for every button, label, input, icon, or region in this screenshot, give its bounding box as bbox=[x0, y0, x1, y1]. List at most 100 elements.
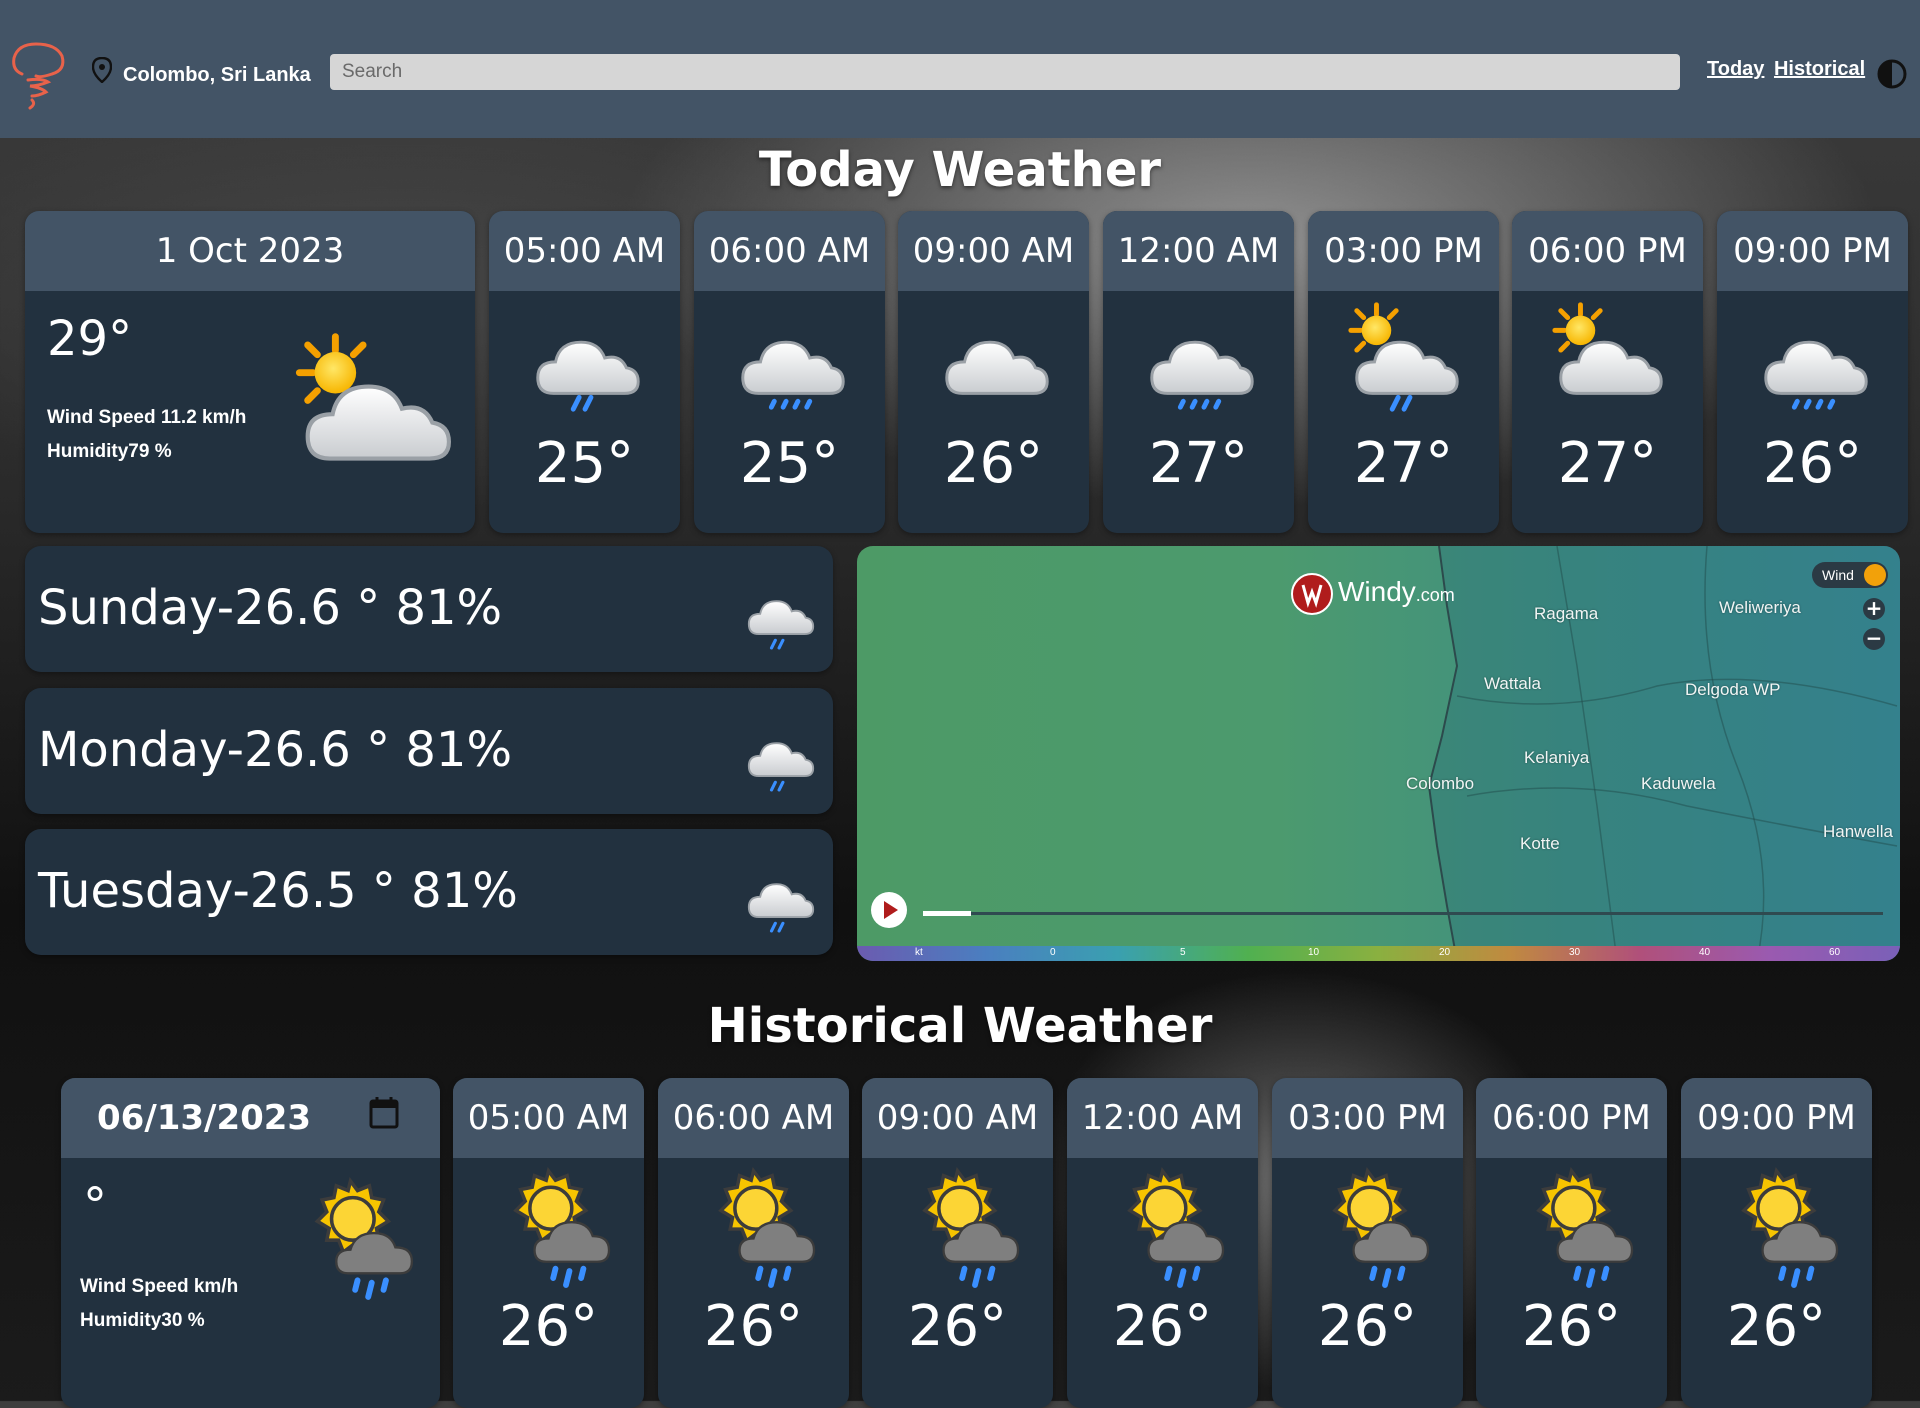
nav-today-link[interactable]: Today bbox=[1707, 58, 1764, 80]
zoom-out-button[interactable]: − bbox=[1863, 628, 1885, 650]
map-place: Kaduwela bbox=[1641, 774, 1716, 793]
hour-card: 12:00 AM 27° bbox=[1103, 211, 1294, 533]
theme-toggle-icon[interactable] bbox=[1877, 59, 1907, 89]
timeline-track[interactable] bbox=[923, 912, 1883, 915]
cloud-rain-icon bbox=[747, 883, 815, 933]
scale-tick: 20 bbox=[1439, 947, 1451, 958]
app-header: Colombo, Sri Lanka Today Historical bbox=[0, 0, 1920, 138]
zoom-in-button[interactable]: + bbox=[1863, 598, 1885, 620]
historical-temp: ° bbox=[83, 1178, 107, 1234]
timeline-progress bbox=[923, 911, 971, 916]
map-place: Colombo bbox=[1406, 774, 1475, 793]
today-date: 1 Oct 2023 bbox=[25, 211, 475, 291]
hour-card: 06:00 PM 27° bbox=[1512, 211, 1703, 533]
hour-card: 09:00 PM 26° bbox=[1681, 1078, 1872, 1408]
cloud-rain-icon bbox=[1764, 340, 1868, 419]
hour-temp: 27° bbox=[1353, 431, 1454, 496]
historical-summary-card: 06/13/2023 ° Wind Speed km/h Humidity30 … bbox=[61, 1078, 440, 1408]
cloud-rain-icon bbox=[741, 340, 845, 419]
map-place: Kotte bbox=[1520, 834, 1560, 853]
windy-brand-suffix: .com bbox=[1415, 585, 1455, 605]
today-weather-title: Today Weather bbox=[758, 142, 1162, 198]
hour-time: 09:00 PM bbox=[1681, 1078, 1872, 1158]
historical-humidity: Humidity30 % bbox=[80, 1310, 205, 1331]
nav-historical-link[interactable]: Historical bbox=[1774, 58, 1865, 80]
sun-cloud-rain-icon bbox=[693, 1164, 821, 1292]
windy-brand-name: Windy bbox=[1338, 576, 1416, 607]
hour-temp: 26° bbox=[1317, 1294, 1418, 1359]
cloud-rain-icon bbox=[747, 600, 815, 650]
cloud-icon bbox=[945, 340, 1049, 395]
hour-card: 06:00 PM 26° bbox=[1476, 1078, 1667, 1408]
hour-temp: 26° bbox=[498, 1294, 599, 1359]
historical-date: 06/13/2023 bbox=[97, 1098, 312, 1138]
hour-time: 03:00 PM bbox=[1272, 1078, 1463, 1158]
hour-temp: 27° bbox=[1148, 431, 1249, 496]
windy-map[interactable]: Windy.com Wind + − Ragama Weliweriya Wat… bbox=[857, 546, 1900, 961]
wind-layer-icon bbox=[1864, 564, 1886, 586]
sun-cloud-icon bbox=[1547, 291, 1663, 395]
scale-tick: 40 bbox=[1699, 947, 1711, 958]
sun-cloud-rain-icon bbox=[1716, 1164, 1844, 1292]
map-place: Hanwella bbox=[1823, 822, 1893, 841]
play-button-icon[interactable] bbox=[869, 890, 909, 930]
forecast-day-card: Tuesday-26.5 ° 81% bbox=[25, 829, 833, 955]
sun-cloud-rain-icon bbox=[289, 1174, 419, 1304]
hour-temp: 26° bbox=[1726, 1294, 1827, 1359]
hour-temp: 26° bbox=[907, 1294, 1008, 1359]
historical-wind-speed: Wind Speed km/h bbox=[80, 1276, 239, 1297]
forecast-day-label: Sunday-26.6 ° 81% bbox=[38, 580, 503, 636]
hour-card: 09:00 AM 26° bbox=[862, 1078, 1053, 1408]
scale-tick: 30 bbox=[1569, 947, 1581, 958]
map-place: Ragama bbox=[1534, 604, 1599, 623]
scale-tick: 10 bbox=[1308, 947, 1320, 958]
sun-cloud-rain-icon bbox=[1102, 1164, 1230, 1292]
map-place: Wattala bbox=[1484, 674, 1542, 693]
today-summary-card: 1 Oct 2023 29° Wind Speed 11.2 km/h Humi… bbox=[25, 211, 475, 533]
today-humidity: Humidity79 % bbox=[47, 441, 172, 462]
hour-time: 05:00 AM bbox=[453, 1078, 644, 1158]
hour-temp: 26° bbox=[1521, 1294, 1622, 1359]
hour-card: 06:00 AM 26° bbox=[658, 1078, 849, 1408]
hour-temp: 26° bbox=[943, 431, 1044, 496]
hour-card: 05:00 AM 25° bbox=[489, 211, 680, 533]
hour-card: 05:00 AM 26° bbox=[453, 1078, 644, 1408]
sun-cloud-icon bbox=[280, 309, 460, 489]
cloud-rain-icon bbox=[747, 742, 815, 792]
sun-cloud-rain-icon bbox=[1307, 1164, 1435, 1292]
hour-time: 09:00 AM bbox=[898, 211, 1089, 291]
hour-time: 03:00 PM bbox=[1308, 211, 1499, 291]
hour-card: 12:00 AM 26° bbox=[1067, 1078, 1258, 1408]
scale-tick: 5 bbox=[1180, 947, 1186, 958]
top-nav: Today Historical bbox=[1707, 58, 1869, 81]
wind-layer-button[interactable]: Wind bbox=[1812, 562, 1888, 588]
map-place: Kelaniya bbox=[1524, 748, 1590, 767]
location-pin-icon bbox=[92, 57, 112, 83]
windy-brand: Windy.com bbox=[1338, 576, 1455, 608]
night-cloud-rain-icon bbox=[536, 304, 640, 419]
calendar-icon[interactable] bbox=[368, 1096, 400, 1130]
hour-time: 09:00 PM bbox=[1717, 211, 1908, 291]
hour-time: 06:00 AM bbox=[658, 1078, 849, 1158]
today-current-temp: 29° bbox=[47, 311, 133, 367]
wind-scale-bar: kt 0 5 10 20 30 40 60 bbox=[857, 946, 1900, 961]
map-place: Weliweriya bbox=[1719, 598, 1801, 617]
logo-icon[interactable] bbox=[8, 40, 70, 110]
forecast-day-card: Monday-26.6 ° 81% bbox=[25, 688, 833, 814]
scale-tick: kt bbox=[915, 947, 923, 958]
search-input[interactable] bbox=[330, 54, 1680, 90]
historical-weather-title: Historical Weather bbox=[707, 998, 1213, 1054]
forecast-day-label: Tuesday-26.5 ° 81% bbox=[38, 863, 518, 919]
hour-temp: 26° bbox=[1112, 1294, 1213, 1359]
scale-tick: 60 bbox=[1829, 947, 1841, 958]
sun-cloud-rain-icon bbox=[488, 1164, 616, 1292]
hour-temp: 26° bbox=[1762, 431, 1863, 496]
forecast-day-card: Sunday-26.6 ° 81% bbox=[25, 546, 833, 672]
location-label: Colombo, Sri Lanka bbox=[123, 64, 311, 86]
hour-temp: 26° bbox=[703, 1294, 804, 1359]
hour-time: 12:00 AM bbox=[1103, 211, 1294, 291]
wind-layer-label: Wind bbox=[1822, 567, 1854, 583]
hour-card: 03:00 PM 26° bbox=[1272, 1078, 1463, 1408]
sun-cloud-rain-icon bbox=[1511, 1164, 1639, 1292]
windy-logo-icon bbox=[1291, 573, 1333, 615]
